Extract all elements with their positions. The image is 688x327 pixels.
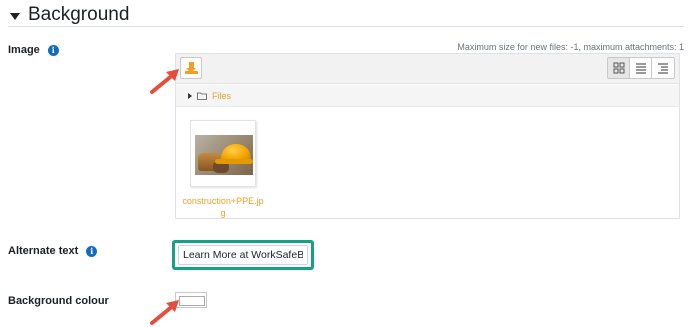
- view-icons-button[interactable]: [608, 58, 630, 78]
- file-name-link[interactable]: construction+PPE.jpg: [181, 195, 265, 219]
- background-colour-field-label: Background colour: [8, 295, 109, 307]
- info-icon[interactable]: i: [47, 44, 59, 56]
- arrow-pointer-icon: [150, 69, 179, 94]
- section-title: Background: [28, 4, 130, 25]
- max-size-note: Maximum size for new files: -1, maximum …: [457, 42, 684, 52]
- view-list-button[interactable]: [630, 58, 652, 78]
- alt-text-field-label: Alternate text i: [8, 245, 98, 257]
- background-settings-page: Background Image i Maximum size for new …: [0, 0, 688, 327]
- section-divider: [8, 26, 684, 27]
- thumbnail-image: [195, 135, 253, 175]
- arrow-pointer-icon: [150, 300, 179, 325]
- file-manager-toolbar: [176, 54, 679, 84]
- add-file-button[interactable]: [180, 57, 202, 79]
- expand-icon: [188, 92, 192, 99]
- image-label-text: Image: [8, 44, 40, 56]
- alt-text-input[interactable]: [178, 245, 308, 265]
- alt-text-highlight: [172, 240, 314, 270]
- section-header-background[interactable]: Background: [10, 4, 129, 26]
- view-tree-button[interactable]: [652, 58, 674, 78]
- folder-icon: [197, 92, 207, 100]
- tree-view-icon: [658, 63, 668, 74]
- info-icon[interactable]: i: [86, 245, 98, 257]
- background-colour-label-text: Background colour: [8, 295, 109, 307]
- alt-text-label-text: Alternate text: [8, 245, 79, 257]
- image-field-label: Image i: [8, 44, 59, 56]
- grid-view-icon: [613, 62, 624, 74]
- file-path-bar[interactable]: Files: [176, 85, 679, 107]
- file-manager: Files construction+PPE.jpg: [175, 53, 680, 219]
- caret-down-icon: [10, 12, 20, 20]
- view-mode-group: [607, 57, 675, 79]
- list-view-icon: [635, 63, 646, 74]
- path-label: Files: [212, 90, 232, 101]
- file-thumbnail[interactable]: [190, 120, 256, 187]
